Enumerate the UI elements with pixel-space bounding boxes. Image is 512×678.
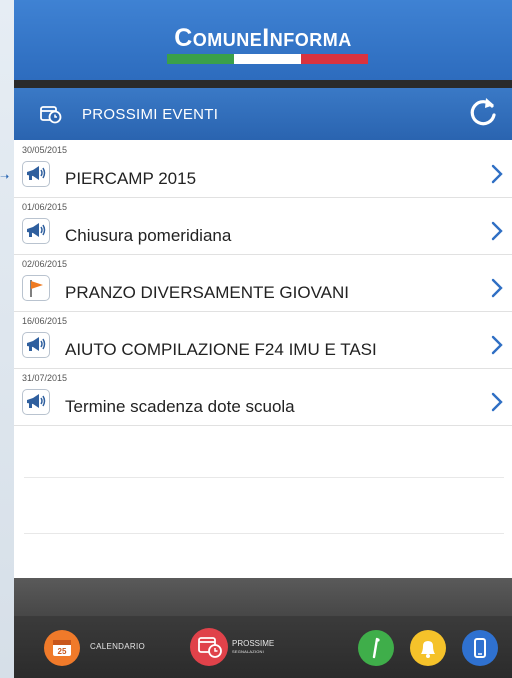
calendar-clock-icon: [40, 106, 62, 124]
chevron-right-icon: [491, 392, 503, 412]
flag-white: [234, 54, 301, 64]
megaphone-icon: [22, 389, 50, 415]
event-date: 31/07/2015: [22, 373, 68, 383]
section-title: PROSSIMI EVENTI: [82, 106, 219, 123]
info-icon: [372, 637, 380, 659]
prossime-segnalazioni-button[interactable]: PROSSIME SEGNALAZIONI: [190, 628, 300, 666]
event-date: 01/06/2015: [22, 202, 68, 212]
refresh-icon[interactable]: [464, 94, 502, 132]
arrow-icon: ➝: [0, 171, 10, 183]
background-page-edge: [0, 0, 14, 678]
chevron-right-icon: [491, 164, 503, 184]
notifications-button[interactable]: [410, 630, 446, 666]
empty-row-divider: [24, 477, 504, 478]
list-item[interactable]: 02/06/2015 PRANZO DIVERSAMENTE GIOVANI: [14, 255, 512, 312]
event-title: Chiusura pomeridiana: [65, 226, 232, 245]
calendar-clock-icon: [190, 628, 228, 666]
list-item[interactable]: 30/05/2015 PIERCAMP 2015: [14, 141, 512, 198]
empty-row-divider: [24, 533, 504, 534]
section-bar: PROSSIMI EVENTI: [14, 88, 512, 140]
megaphone-icon: [22, 161, 50, 187]
chevron-right-icon: [491, 335, 503, 355]
event-date: 16/06/2015: [22, 316, 68, 326]
event-title: PRANZO DIVERSAMENTE GIOVANI: [65, 283, 350, 302]
megaphone-icon: [22, 218, 50, 244]
app-header: ComuneInforma: [14, 0, 512, 80]
list-item[interactable]: 16/06/2015 AIUTO COMPILAZIONE F24 IMU E …: [14, 312, 512, 369]
app-window: ComuneInforma PROSSIMI EVENTI 30/05/2015: [14, 0, 512, 678]
info-button[interactable]: [358, 630, 394, 666]
bottom-toolbar: 25 CALENDARIO PROSSIME SEGNALAZIONI: [14, 616, 512, 678]
events-list: 30/05/2015 PIERCAMP 2015 01/06/2015 Chiu…: [14, 141, 512, 426]
list-item[interactable]: 31/07/2015 Termine scadenza dote scuola: [14, 369, 512, 426]
prossime-label: PROSSIME SEGNALAZIONI: [232, 640, 274, 656]
italian-flag-stripe: [167, 54, 368, 64]
event-title: Termine scadenza dote scuola: [65, 397, 295, 416]
chevron-right-icon: [491, 278, 503, 298]
app-title: ComuneInforma: [174, 24, 352, 52]
flag-red: [301, 54, 368, 64]
mobile-button[interactable]: [462, 630, 498, 666]
event-date: 02/06/2015: [22, 259, 68, 269]
bell-icon: [421, 641, 435, 658]
phone-icon: [474, 638, 486, 658]
megaphone-icon: [22, 332, 50, 358]
event-title: AIUTO COMPILAZIONE F24 IMU E TASI: [65, 340, 377, 359]
event-date: 30/05/2015: [22, 145, 68, 155]
calendar-button[interactable]: 25 CALENDARIO: [44, 630, 154, 666]
header-divider: [14, 80, 512, 88]
flag-icon: [22, 275, 50, 301]
prossime-title: PROSSIME: [232, 639, 275, 648]
flag-green: [167, 54, 234, 64]
list-item[interactable]: 01/06/2015 Chiusura pomeridiana: [14, 198, 512, 255]
calendar-label: CALENDARIO: [90, 642, 146, 651]
calendar-icon: 25: [44, 630, 80, 666]
chevron-right-icon: [491, 221, 503, 241]
prossime-subtitle: SEGNALAZIONI: [232, 649, 264, 654]
toolbar-spacer: [14, 578, 512, 616]
event-title: PIERCAMP 2015: [65, 169, 197, 188]
calendar-day: 25: [57, 647, 67, 656]
